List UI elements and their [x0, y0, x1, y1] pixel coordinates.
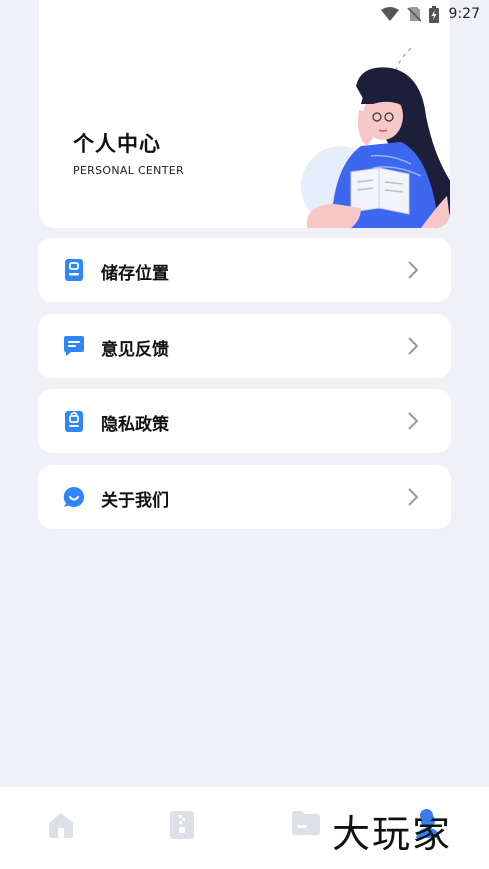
storage-icon	[65, 259, 83, 281]
menu-item-storage-location[interactable]: 储存位置	[38, 238, 451, 302]
watermark-logo: 大玩家	[332, 812, 453, 856]
status-bar: 9:27	[0, 0, 489, 28]
battery-charging-icon	[428, 5, 439, 23]
status-time: 9:27	[448, 6, 480, 22]
privacy-icon	[65, 411, 83, 432]
menu-item-label: 意见反馈	[101, 340, 169, 360]
menu-item-feedback[interactable]: 意见反馈	[38, 314, 451, 378]
chevron-right-icon	[408, 412, 419, 430]
wifi-icon	[380, 7, 399, 21]
about-icon	[63, 486, 84, 507]
chevron-right-icon	[408, 488, 419, 506]
page-title: 个人中心	[73, 132, 161, 156]
menu-item-label: 关于我们	[101, 491, 169, 511]
menu-item-label: 隐私政策	[101, 415, 169, 435]
chevron-right-icon	[408, 337, 419, 355]
menu-item-label: 储存位置	[101, 264, 169, 284]
personal-center-header: 个人中心 PERSONAL CENTER	[39, 0, 450, 228]
watermark-dot	[420, 809, 433, 822]
menu-item-privacy-policy[interactable]: 隐私政策	[38, 389, 451, 453]
menu-item-about-us[interactable]: 关于我们	[38, 465, 451, 529]
page-subtitle: PERSONAL CENTER	[73, 164, 184, 177]
document-icon[interactable]	[170, 811, 194, 839]
feedback-icon	[64, 336, 84, 356]
folder-icon[interactable]	[292, 811, 320, 835]
chevron-right-icon	[408, 261, 419, 279]
no-sim-icon	[406, 7, 421, 22]
home-icon[interactable]	[47, 811, 75, 839]
reading-girl-illustration	[301, 47, 450, 228]
